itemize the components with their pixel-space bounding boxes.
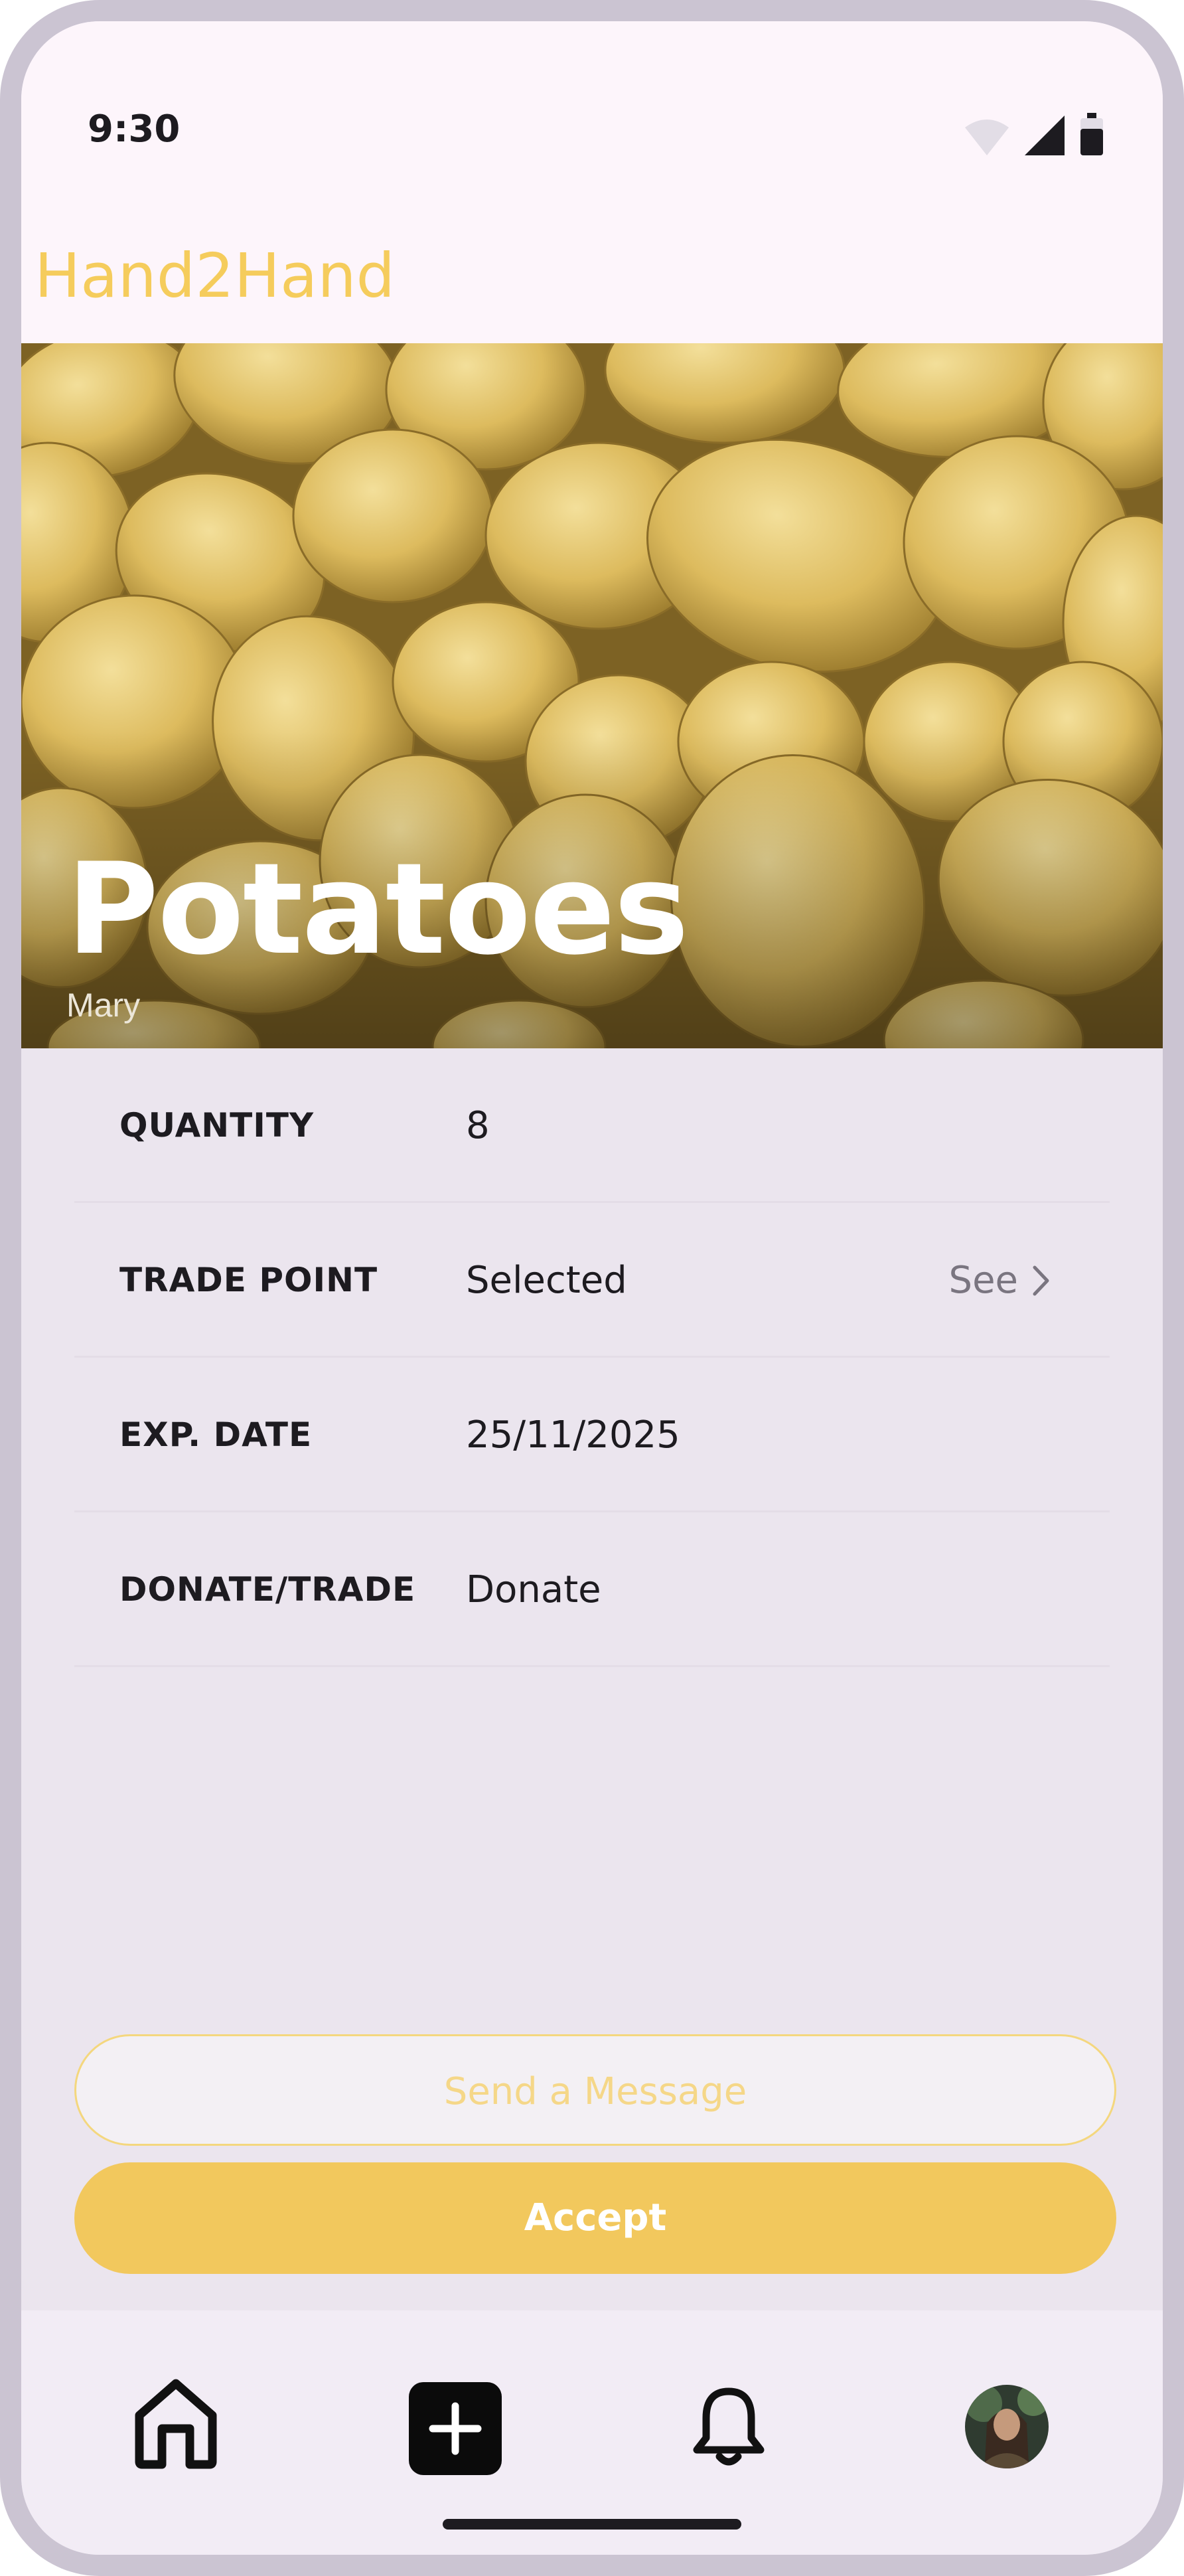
detail-row-quantity: QUANTITY 8	[74, 1048, 1110, 1203]
top-app-bar: 9:30 Hand2Hand	[21, 21, 1163, 343]
item-hero-image: Potatoes Mary	[21, 343, 1163, 1048]
detail-row-exp-date: EXP. DATE 25/11/2025	[74, 1358, 1110, 1512]
nav-home[interactable]	[133, 2377, 219, 2473]
item-title: Potatoes	[66, 836, 689, 983]
detail-value: 8	[466, 1104, 490, 1147]
home-gesture-handle[interactable]	[443, 2519, 741, 2530]
accept-button[interactable]: Accept	[74, 2162, 1116, 2274]
home-icon	[135, 2379, 217, 2469]
signal-icon	[1025, 116, 1065, 155]
battery-icon	[1080, 113, 1103, 155]
detail-label: DONATE/TRADE	[119, 1570, 416, 1609]
add-icon	[409, 2382, 502, 2475]
app-title: Hand2Hand	[35, 240, 396, 311]
detail-label: TRADE POINT	[119, 1261, 378, 1299]
detail-value: Selected	[466, 1259, 627, 1302]
detail-row-donate-trade: DONATE/TRADE Donate	[74, 1512, 1110, 1667]
detail-value: 25/11/2025	[466, 1413, 680, 1457]
status-icons	[965, 113, 1103, 155]
see-trade-point-link[interactable]: See	[949, 1203, 1050, 1358]
wifi-icon	[965, 120, 1009, 155]
nav-add[interactable]	[409, 2382, 502, 2478]
detail-value: Donate	[466, 1568, 601, 1611]
item-owner: Mary	[66, 987, 141, 1024]
detail-row-trade-point[interactable]: TRADE POINT Selected See	[74, 1203, 1110, 1358]
send-message-button[interactable]: Send a Message	[74, 2034, 1116, 2146]
screen: 9:30 Hand2Hand Potatoes Mary QUANTITY 8 …	[21, 21, 1163, 2555]
item-details-list: QUANTITY 8 TRADE POINT Selected See EXP.…	[74, 1048, 1110, 1667]
profile-avatar	[965, 2385, 1049, 2468]
detail-label: EXP. DATE	[119, 1415, 313, 1454]
detail-label: QUANTITY	[119, 1106, 315, 1145]
status-time: 9:30	[88, 108, 181, 151]
bell-icon	[693, 2387, 765, 2466]
chevron-right-icon	[1033, 1265, 1049, 1295]
nav-profile[interactable]	[964, 2383, 1050, 2473]
see-label: See	[948, 1259, 1018, 1302]
bottom-navigation	[21, 2310, 1163, 2555]
phone-frame: 9:30 Hand2Hand Potatoes Mary QUANTITY 8 …	[0, 0, 1184, 2576]
nav-notifications[interactable]	[692, 2385, 766, 2473]
